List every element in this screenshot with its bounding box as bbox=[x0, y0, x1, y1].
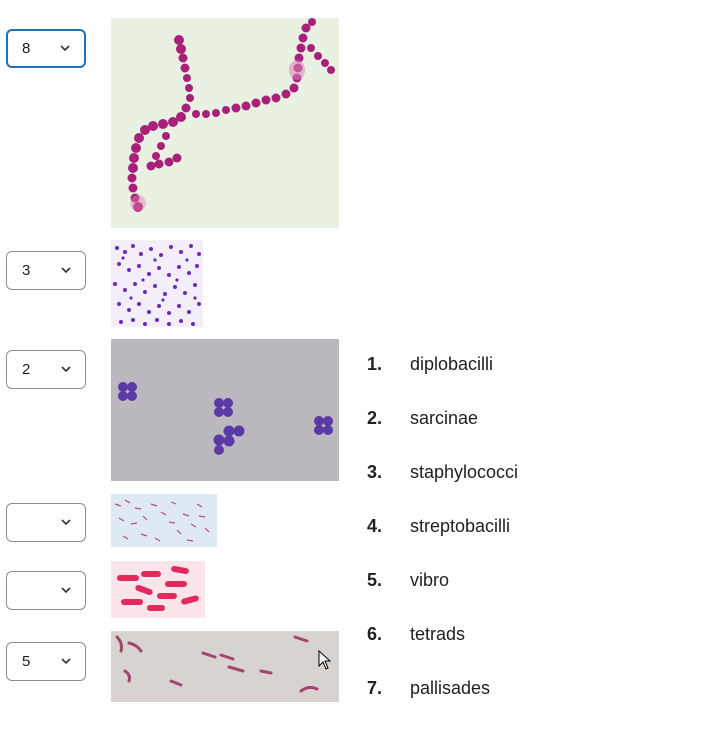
chevron-down-icon bbox=[61, 365, 71, 372]
bacteria-scattered-image bbox=[111, 494, 217, 547]
bacteria-pink-rods-image bbox=[111, 561, 205, 618]
chevron-down-icon bbox=[60, 44, 70, 51]
answer-number: 1. bbox=[367, 354, 383, 374]
answer-number: 2. bbox=[367, 408, 383, 428]
list-item: 7. pallisades bbox=[367, 678, 518, 732]
answer-number: 6. bbox=[367, 624, 383, 644]
list-item: 4. streptobacilli bbox=[367, 516, 518, 570]
list-item: 5. vibro bbox=[367, 570, 518, 624]
answer-label: streptobacilli bbox=[410, 516, 511, 536]
question-4-dropdown[interactable] bbox=[6, 503, 86, 542]
list-item: 6. tetrads bbox=[367, 624, 518, 678]
chevron-down-icon bbox=[61, 266, 71, 273]
answer-label: staphylococci bbox=[410, 462, 519, 482]
answer-number: 7. bbox=[367, 678, 383, 698]
list-item: 2. sarcinae bbox=[367, 408, 518, 462]
chevron-down-icon bbox=[61, 518, 71, 525]
bacteria-chain-image bbox=[111, 18, 339, 228]
list-item: 3. staphylococci bbox=[367, 462, 518, 516]
list-item: 1. diplobacilli bbox=[367, 354, 518, 408]
answer-number: 4. bbox=[367, 516, 383, 536]
bacteria-tetrad-image bbox=[111, 339, 339, 481]
chevron-down-icon bbox=[61, 657, 71, 664]
answer-label: vibro bbox=[410, 570, 450, 590]
answer-label: tetrads bbox=[410, 624, 466, 644]
bacteria-curved-rods-image bbox=[111, 631, 339, 702]
question-6-value: 5 bbox=[22, 653, 31, 670]
chevron-down-icon bbox=[61, 586, 71, 593]
answer-list: 1. diplobacilli 2. sarcinae 3. staphylococc… bbox=[367, 354, 518, 732]
bacteria-cluster-image bbox=[111, 240, 203, 327]
question-3-dropdown[interactable]: 2 bbox=[6, 350, 86, 389]
question-5-dropdown[interactable] bbox=[6, 571, 86, 610]
answer-number: 3. bbox=[367, 462, 383, 482]
answer-label: pallisades bbox=[410, 678, 491, 698]
question-2-dropdown[interactable]: 3 bbox=[6, 251, 86, 290]
question-3-value: 2 bbox=[22, 361, 31, 378]
question-6-dropdown[interactable]: 5 bbox=[6, 642, 86, 681]
answer-label: sarcinae bbox=[410, 408, 479, 428]
question-1-value: 8 bbox=[22, 40, 31, 57]
mouse-pointer-icon bbox=[318, 650, 332, 670]
answer-label: diplobacilli bbox=[410, 354, 494, 374]
answer-number: 5. bbox=[367, 570, 383, 590]
question-1-dropdown[interactable]: 8 bbox=[6, 29, 86, 68]
question-2-value: 3 bbox=[22, 262, 31, 279]
